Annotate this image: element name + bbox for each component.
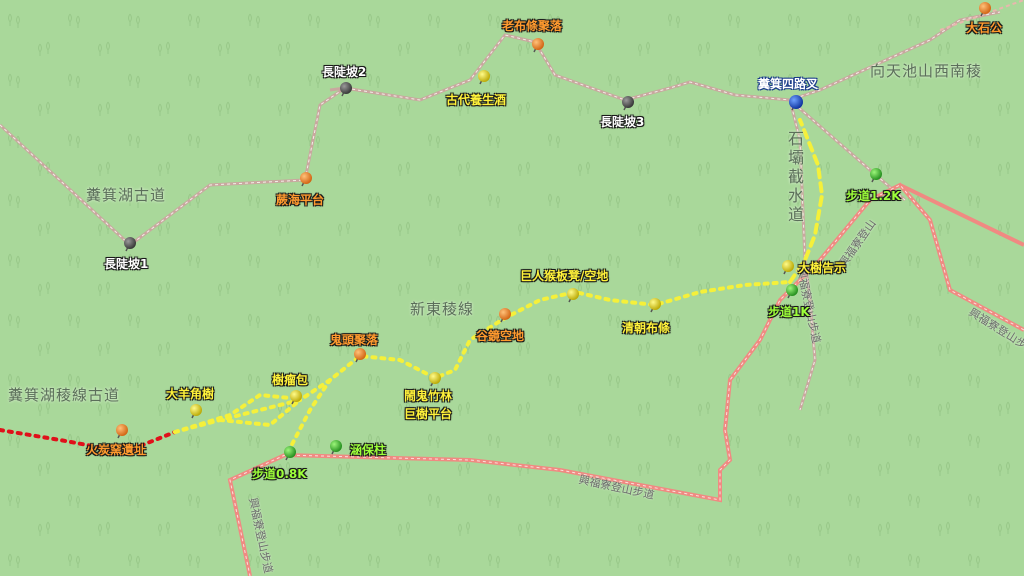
waypoint-budao-1k[interactable]: 步道1K (768, 306, 810, 318)
waypoint-juren-houban[interactable]: 巨人猴板凳/空地 (520, 270, 608, 282)
waypoint-jiqi-sirouxx[interactable]: 糞箕四路叉 (758, 78, 818, 90)
area-label-jiqihu-ridge-ancient: 糞箕湖稜線古道 (8, 386, 121, 404)
waypoint-hanbaozhu[interactable]: 涵保柱 (350, 444, 386, 456)
waypoint-budao-1-2k[interactable]: 步道1.2K (846, 190, 901, 202)
waypoint-dayang-jiaoshu[interactable]: 大羊角樹 (166, 388, 214, 400)
terrain-pattern (0, 0, 1024, 576)
waypoint-changdoupo1[interactable]: 長陡坡1 (104, 258, 148, 270)
waypoint-budao-0-8k[interactable]: 步道0.8K (252, 468, 307, 480)
waypoint-laobutiao[interactable]: 老布條聚落 (502, 20, 562, 32)
waypoint-shuliu-bao[interactable]: 樹瘤包 (272, 374, 308, 386)
waypoint-gudai-yangsheng[interactable]: 古代養生酒 (446, 94, 506, 106)
waypoint-qingchao-butiao[interactable]: 清朝布條 (622, 322, 670, 334)
area-label-xindong-ridge: 新東稜線 (410, 300, 475, 318)
waypoint-naogui-zhulin[interactable]: 鬧鬼竹林 (404, 390, 452, 402)
waypoint-dashigong[interactable]: 大石公 (966, 22, 1002, 34)
waypoint-huotan-yizhi[interactable]: 火炭窯遺址 (86, 444, 146, 456)
area-label-xiangtianchi-ridge: 向天池山西南稜 (870, 62, 983, 80)
waypoint-guitou-juluo[interactable]: 鬼頭聚落 (330, 334, 378, 346)
waypoint-dashu-gaoshi[interactable]: 大樹告示 (798, 262, 846, 274)
waypoint-changdoupo2[interactable]: 長陡坡2 (322, 66, 366, 78)
waypoint-gujing-kongdi[interactable]: 谷鏡空地 (476, 330, 524, 342)
waypoint-weihai-pingtai[interactable]: 蕨海平台 (276, 194, 324, 206)
waypoint-changdoupo3[interactable]: 長陡坡3 (600, 116, 644, 128)
map-canvas[interactable]: 糞箕湖古道 新東稜線 糞箕湖稜線古道 向天池山西南稜 石壩截水道 興福寮登山步道… (0, 0, 1024, 576)
area-label-shiba-jieshui: 石壩截水道 (785, 130, 804, 225)
waypoint-jushu-pingtai[interactable]: 巨樹平台 (404, 408, 452, 420)
area-label-jiqihu-ancient: 糞箕湖古道 (86, 186, 167, 204)
map-layer (0, 0, 1024, 576)
